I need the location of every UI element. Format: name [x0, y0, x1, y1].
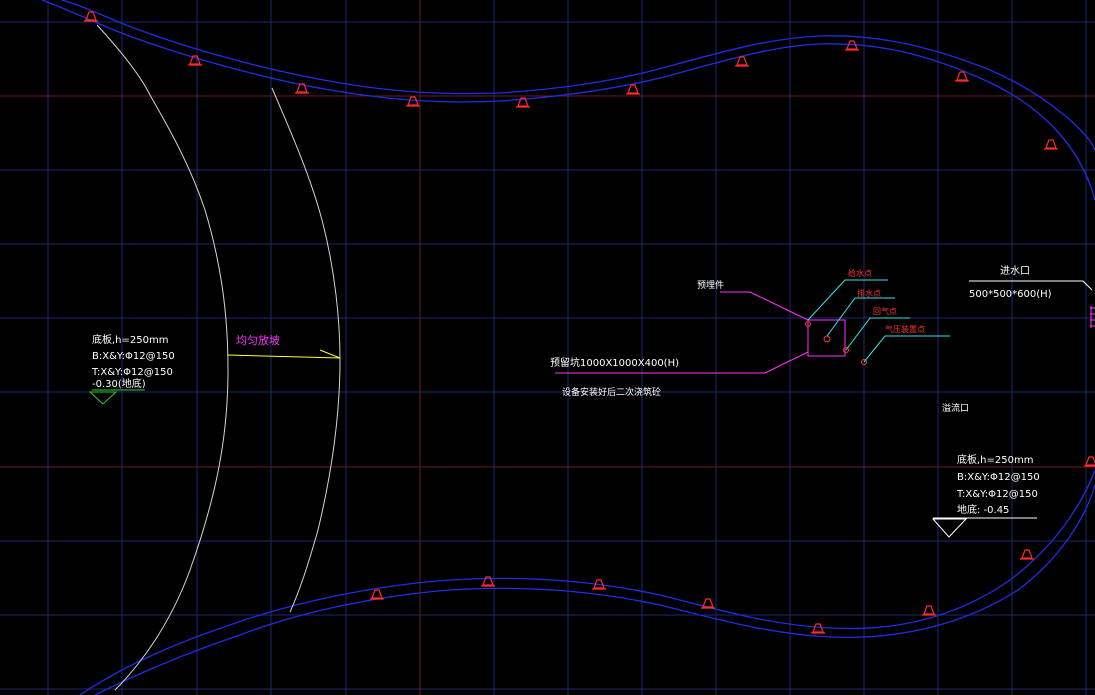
left-slab-line2: B:X&Y:Φ12@150 — [92, 351, 175, 362]
right-edge-marker — [1090, 306, 1095, 328]
bottom-wall — [79, 469, 1095, 695]
inlet-title: 进水口 — [1000, 265, 1030, 277]
inlet-notes: 进水口 500*500*600(H) — [969, 265, 1093, 300]
right-slab-line4: 地底: -0.45 — [957, 503, 1009, 516]
overflow-label: 溢流口 — [942, 402, 969, 414]
left-slab-line3: T:X&Y:Φ12@150 — [91, 367, 173, 378]
callout-item2: 排水点 — [857, 288, 881, 298]
marker — [406, 96, 420, 107]
cad-drawing-canvas: 均匀放坡 底板,h=250mm B:X&Y:Φ12@150 T:X&Y:Φ12@… — [0, 0, 1095, 695]
callout-item4: 气压装置点 — [885, 324, 925, 334]
slope-annotation: 均匀放坡 — [227, 333, 341, 359]
pit-note-label: 设备安装好后二次浇筑砼 — [562, 386, 661, 398]
right-slab-line3: T:X&Y:Φ12@150 — [956, 489, 1038, 500]
slope-label: 均匀放坡 — [236, 333, 280, 347]
inlet-size: 500*500*600(H) — [969, 289, 1052, 300]
left-slab-notes: 底板,h=250mm B:X&Y:Φ12@150 T:X&Y:Φ12@150 -… — [88, 333, 175, 405]
marker — [955, 71, 969, 82]
marker — [845, 40, 859, 51]
pit-box — [807, 319, 846, 357]
right-slab-line1: 底板,h=250mm — [957, 453, 1033, 466]
marker — [370, 589, 384, 600]
drain-circle-icon — [823, 335, 831, 343]
marker — [84, 11, 98, 22]
left-slab-line1: 底板,h=250mm — [92, 333, 168, 346]
callout-item1: 给水点 — [848, 268, 872, 278]
marker — [626, 84, 640, 95]
grid — [0, 0, 1095, 695]
right-slab-notes: 底板,h=250mm B:X&Y:Φ12@150 T:X&Y:Φ12@150 地… — [931, 453, 1040, 538]
reserved-pit-label: 预留坑1000X1000X400(H) — [550, 356, 679, 369]
pit-detail: 给水点 排水点 回气点 气压装置点 预埋件 预留坑1000X1000X400(H… — [550, 268, 950, 398]
embedded-part-label: 预埋件 — [697, 279, 724, 291]
marker — [811, 623, 825, 634]
level-triangle-icon — [88, 391, 118, 405]
right-slab-line2: B:X&Y:Φ12@150 — [957, 472, 1040, 483]
marker — [1020, 549, 1034, 560]
marker — [922, 605, 936, 616]
wall-markers — [84, 11, 1095, 634]
marker — [1044, 139, 1058, 150]
callout-item3: 回气点 — [873, 306, 897, 316]
marker — [735, 56, 749, 67]
marker — [701, 598, 715, 609]
left-slab-line4: -0.30(地底) — [92, 377, 146, 390]
